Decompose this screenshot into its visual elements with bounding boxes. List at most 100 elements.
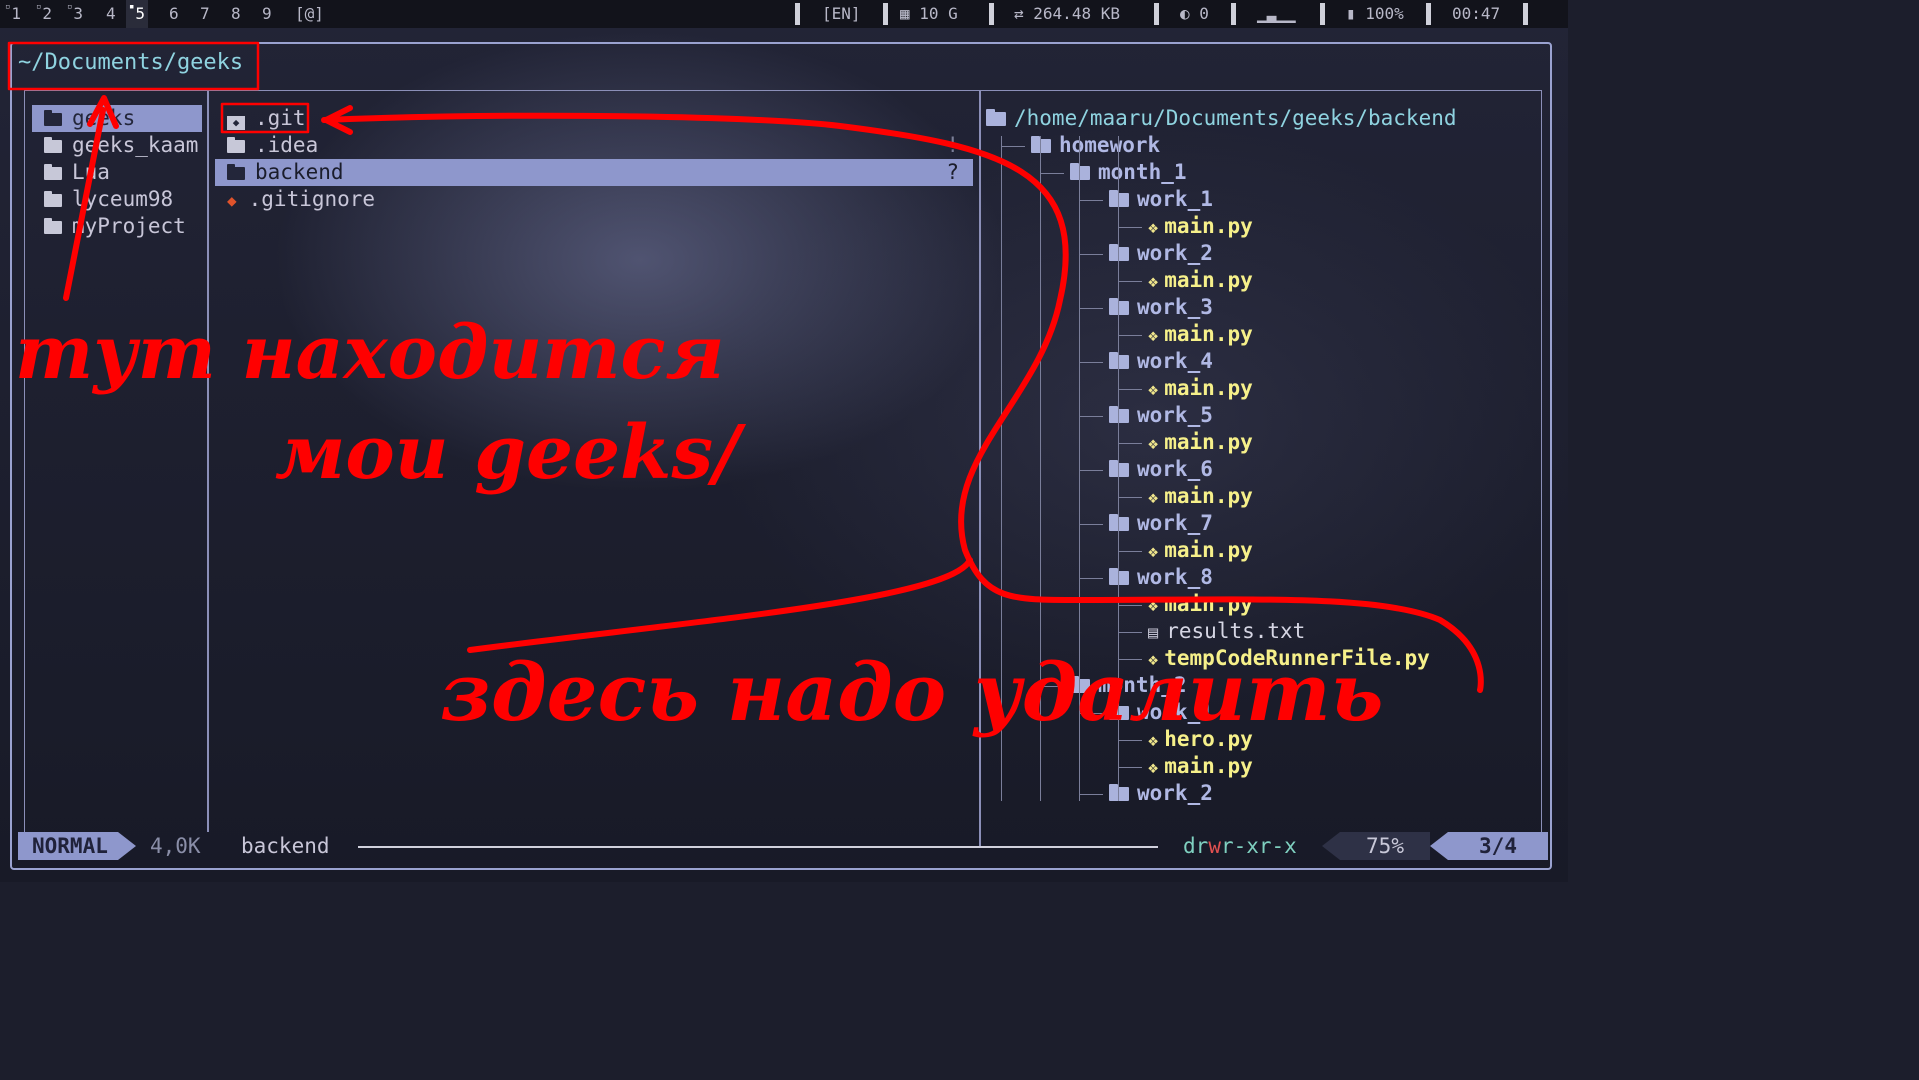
status-top-bar: ▫1 ▫2 ▫3 4 ▪5 6 7 8 9 [@] [EN] ▦ 10 G ⇄ … — [0, 0, 1568, 28]
git-status-badge: ! — [946, 133, 959, 157]
tree-item[interactable]: ❖ main.py — [1148, 321, 1253, 348]
python-file-icon: ❖ — [1148, 326, 1159, 346]
tree-item-label: work_6 — [1137, 457, 1213, 481]
tree-connector — [1079, 470, 1103, 471]
folder-icon — [1109, 244, 1129, 261]
tree-item[interactable]: work_7 — [1109, 510, 1213, 537]
tree-item[interactable]: work_4 — [1109, 348, 1213, 375]
column-divider — [979, 90, 981, 846]
folder-icon — [44, 137, 62, 153]
percent-arrow — [1322, 832, 1340, 860]
tree-connector — [1118, 551, 1142, 552]
tree-item-label: main.py — [1164, 430, 1253, 454]
workspace-2[interactable]: ▫2 — [33, 0, 55, 28]
tree-connector — [1040, 173, 1064, 174]
separator — [1231, 3, 1236, 25]
tree-item[interactable]: ❖ tempCodeRunnerFile.py — [1148, 645, 1430, 672]
parent-item-lyceum98[interactable]: lyceum98 — [32, 186, 173, 213]
tree-item[interactable]: work_3 — [1109, 294, 1213, 321]
tree-item[interactable]: work_6 — [1109, 456, 1213, 483]
separator — [795, 3, 800, 25]
parent-item-geeks[interactable]: geeks — [32, 105, 202, 132]
tree-item[interactable]: month_2 — [1070, 672, 1187, 699]
tree-guide — [1079, 136, 1080, 801]
file-permissions: drwr-xr-x — [1183, 834, 1297, 858]
parent-item-lua[interactable]: Lua — [32, 159, 110, 186]
python-file-icon: ❖ — [1148, 488, 1159, 508]
folder-icon — [1109, 352, 1129, 369]
tree-item-label: work_3 — [1137, 295, 1213, 319]
file-item-git[interactable]: ◆ .git — [215, 105, 973, 132]
file-item-idea[interactable]: .idea ! — [215, 132, 973, 159]
tree-item[interactable]: homework — [1031, 132, 1160, 159]
tree-item-label: work_2 — [1137, 241, 1213, 265]
python-file-icon: ❖ — [1148, 542, 1159, 562]
tree-item[interactable]: work_8 — [1109, 564, 1213, 591]
text-file-icon: ▤ — [1148, 623, 1159, 643]
folder-icon — [44, 110, 62, 126]
tree-item[interactable]: ❖ main.py — [1148, 483, 1253, 510]
parent-item-myproject[interactable]: myProject — [32, 213, 186, 240]
tree-item[interactable]: work_2 — [1109, 780, 1213, 807]
tree-item-label: work_1 — [1137, 187, 1213, 211]
tree-item-label: hero.py — [1164, 727, 1253, 751]
tree-item[interactable]: work_1 — [1109, 186, 1213, 213]
tree-item[interactable]: ❖ hero.py — [1148, 726, 1253, 753]
tree-connector — [1118, 335, 1142, 336]
separator — [1523, 3, 1528, 25]
tree-item[interactable]: work_2 — [1109, 240, 1213, 267]
file-item-gitignore[interactable]: ◆ .gitignore — [215, 186, 973, 213]
workspace-6[interactable]: 6 — [166, 0, 182, 28]
python-file-icon: ❖ — [1148, 272, 1159, 292]
tree-item[interactable]: ❖ main.py — [1148, 537, 1253, 564]
tree-item[interactable]: ❖ main.py — [1148, 591, 1253, 618]
tree-item[interactable]: ❖ main.py — [1148, 267, 1253, 294]
separator — [1426, 3, 1431, 25]
workspace-7[interactable]: 7 — [197, 0, 213, 28]
tree-item-label: main.py — [1164, 592, 1253, 616]
tree-item[interactable]: ❖ main.py — [1148, 213, 1253, 240]
swap-arrows-icon: ⇄ — [1014, 4, 1024, 23]
tree-item[interactable]: ❖ main.py — [1148, 429, 1253, 456]
separator — [1154, 3, 1159, 25]
separator — [883, 3, 888, 25]
keyboard-layout[interactable]: [EN] — [822, 0, 861, 28]
tree-item-label: work_2 — [1137, 781, 1213, 805]
python-file-icon: ❖ — [1148, 650, 1159, 670]
workspace-3[interactable]: ▫3 — [64, 0, 86, 28]
workspace-5[interactable]: ▪5 — [126, 0, 149, 28]
folder-icon — [1109, 406, 1129, 423]
folder-icon — [1109, 514, 1129, 531]
tree-connector — [1079, 200, 1103, 201]
python-file-icon: ❖ — [1148, 731, 1159, 751]
workspace-1[interactable]: ▫1 — [2, 0, 24, 28]
folder-icon — [1109, 568, 1129, 585]
file-item-backend[interactable]: backend ? — [215, 159, 973, 186]
folder-icon — [1109, 703, 1129, 720]
tree-item-label: work_4 — [1137, 349, 1213, 373]
workspace-8[interactable]: 8 — [228, 0, 244, 28]
notification-indicator[interactable]: ◐ 0 — [1180, 0, 1209, 28]
folder-icon — [44, 164, 62, 180]
parent-item-geeks-kaam[interactable]: geeks_kaam — [32, 132, 198, 159]
python-file-icon: ❖ — [1148, 218, 1159, 238]
git-file-icon: ◆ — [227, 191, 237, 210]
workspace-9[interactable]: 9 — [259, 0, 275, 28]
tree-item[interactable]: work_5 — [1109, 402, 1213, 429]
tree-connector — [1040, 686, 1064, 687]
memory-indicator: ▦ 10 G — [900, 4, 958, 23]
tree-item-label: main.py — [1164, 322, 1253, 346]
tree-item[interactable]: ▤ results.txt — [1148, 618, 1305, 645]
tree-item-label: work_1 — [1137, 700, 1213, 724]
tree-item[interactable]: month_1 — [1070, 159, 1187, 186]
workspace-scratch[interactable]: [@] — [292, 0, 327, 28]
workspace-4[interactable]: 4 — [103, 0, 119, 28]
tree-item[interactable]: work_1 — [1109, 699, 1213, 726]
tree-item[interactable]: ❖ main.py — [1148, 375, 1253, 402]
folder-icon — [1109, 298, 1129, 315]
tree-connector — [1118, 497, 1142, 498]
folder-icon — [1031, 136, 1051, 153]
tree-connector — [1118, 389, 1142, 390]
tree-guide — [1040, 136, 1041, 801]
tree-item[interactable]: ❖ main.py — [1148, 753, 1253, 780]
